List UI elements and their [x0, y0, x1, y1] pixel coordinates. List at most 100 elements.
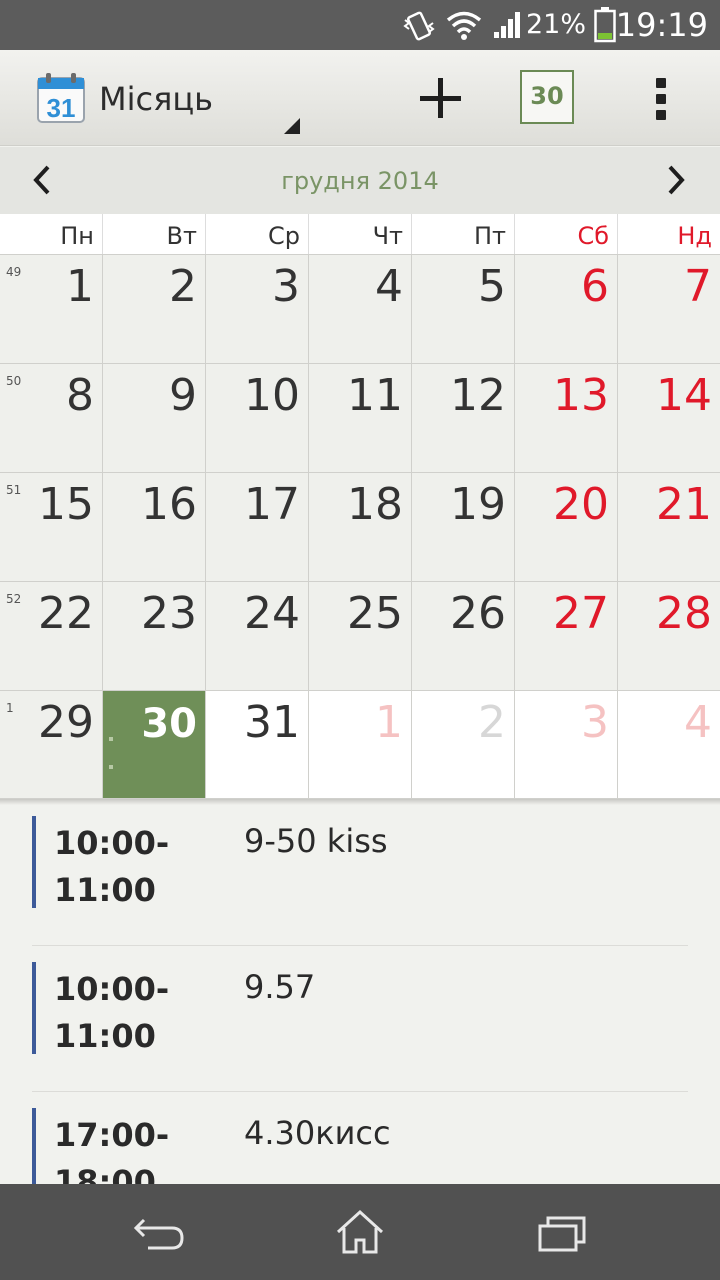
event-list: 10:00- 11:00 9-50 kiss 10:00- 11:00 9.57… [0, 800, 720, 1184]
day-cell[interactable]: 7 [618, 255, 720, 363]
day-cell[interactable]: 9 [103, 364, 206, 472]
event-title: 4.30кисс [244, 1114, 391, 1152]
day-number: 23 [141, 588, 197, 639]
app-icon-text: 31 [47, 93, 76, 123]
day-number: 27 [553, 588, 609, 639]
day-cell[interactable]: 11 [309, 364, 412, 472]
day-cell[interactable]: 5 [412, 255, 515, 363]
day-cell[interactable]: 29 [0, 691, 103, 798]
day-cell[interactable]: 23 [103, 582, 206, 690]
weekday-label: Пн [0, 214, 103, 254]
day-number: 5 [478, 261, 506, 312]
day-cell[interactable]: 6 [515, 255, 618, 363]
recent-apps-button[interactable] [532, 1208, 592, 1256]
day-number: 28 [656, 588, 712, 639]
event-indicator [109, 737, 113, 741]
day-cell[interactable]: 3 [206, 255, 309, 363]
week-number: 51 [6, 483, 22, 497]
day-number: 21 [656, 479, 712, 530]
event-indicator [109, 765, 113, 769]
day-cell-next-month[interactable]: 2 [412, 691, 515, 798]
day-cell-next-month[interactable]: 4 [618, 691, 720, 798]
day-number: 4 [375, 261, 403, 312]
day-cell[interactable]: 4 [309, 255, 412, 363]
event-color-bar [32, 816, 36, 908]
day-number: 17 [244, 479, 300, 530]
action-bar: 31 Місяць 30 [0, 50, 720, 146]
back-button[interactable] [130, 1208, 190, 1256]
day-cell[interactable]: 10 [206, 364, 309, 472]
weekday-label: Чт [309, 214, 412, 254]
day-cell[interactable]: 27 [515, 582, 618, 690]
day-cell-next-month[interactable]: 3 [515, 691, 618, 798]
calendar-app: 21% 19:19 31 Місяць 30 грудня 2014 Пн Вт… [0, 0, 720, 1280]
day-cell[interactable]: 13 [515, 364, 618, 472]
day-number: 13 [553, 370, 609, 421]
day-cell[interactable]: 21 [618, 473, 720, 581]
day-number: 19 [450, 479, 506, 530]
day-number: 2 [478, 697, 506, 748]
event-time: 17:00- 18:00 [54, 1116, 170, 1184]
day-number: 14 [656, 370, 712, 421]
battery-icon [594, 7, 616, 43]
day-number: 2 [169, 261, 197, 312]
day-cell-selected[interactable]: 30 [103, 691, 206, 798]
weekday-label: Сб [515, 214, 618, 254]
add-event-button[interactable] [410, 70, 470, 126]
status-bar: 21% 19:19 [0, 0, 720, 50]
day-cell[interactable]: 25 [309, 582, 412, 690]
week-row: 50 8 9 10 11 12 13 14 [0, 363, 720, 472]
next-month-button[interactable] [660, 163, 690, 197]
day-number: 1 [66, 261, 94, 312]
day-number: 12 [450, 370, 506, 421]
day-cell[interactable]: 31 [206, 691, 309, 798]
day-number: 18 [347, 479, 403, 530]
day-number: 31 [244, 697, 300, 748]
calendar-app-icon[interactable]: 31 [36, 72, 88, 124]
battery-percent: 21% [525, 9, 586, 40]
week-number: 1 [6, 701, 14, 715]
day-cell[interactable]: 17 [206, 473, 309, 581]
week-row: 49 1 2 3 4 5 6 7 [0, 254, 720, 363]
day-cell[interactable]: 14 [618, 364, 720, 472]
day-cell[interactable]: 20 [515, 473, 618, 581]
day-number: 8 [66, 370, 94, 421]
day-cell[interactable]: 12 [412, 364, 515, 472]
day-cell[interactable]: 16 [103, 473, 206, 581]
day-number: 20 [553, 479, 609, 530]
clock: 19:19 [615, 6, 708, 44]
week-number: 52 [6, 592, 22, 606]
day-cell[interactable]: 24 [206, 582, 309, 690]
day-cell[interactable]: 19 [412, 473, 515, 581]
week-row: 52 22 23 24 25 26 27 28 [0, 581, 720, 690]
day-number: 25 [347, 588, 403, 639]
week-number: 49 [6, 265, 22, 279]
event-time: 10:00- 11:00 [54, 970, 170, 1055]
day-cell[interactable]: 26 [412, 582, 515, 690]
day-cell[interactable]: 28 [618, 582, 720, 690]
home-button[interactable] [330, 1208, 390, 1256]
day-number: 15 [38, 479, 94, 530]
month-label: грудня 2014 [281, 167, 439, 195]
view-title[interactable]: Місяць [99, 80, 213, 118]
event-item[interactable]: 10:00- 11:00 9.57 [32, 946, 688, 1092]
event-color-bar [32, 962, 36, 1054]
day-number: 7 [684, 261, 712, 312]
event-item[interactable]: 17:00- 18:00 4.30кисс [32, 1092, 688, 1184]
day-number: 16 [141, 479, 197, 530]
overflow-menu-icon[interactable] [640, 74, 684, 124]
event-title: 9-50 kiss [244, 822, 388, 860]
day-cell[interactable]: 2 [103, 255, 206, 363]
month-grid: 49 1 2 3 4 5 6 7 50 8 9 10 11 12 13 14 5… [0, 254, 720, 800]
day-cell[interactable]: 18 [309, 473, 412, 581]
today-button[interactable]: 30 [520, 70, 574, 124]
week-row: 51 15 16 17 18 19 20 21 [0, 472, 720, 581]
day-number: 29 [38, 697, 94, 748]
event-time: 10:00- 11:00 [54, 824, 170, 909]
signal-icon [494, 12, 520, 38]
day-number: 3 [272, 261, 300, 312]
vibrate-icon [403, 11, 435, 41]
event-item[interactable]: 10:00- 11:00 9-50 kiss [32, 800, 688, 946]
view-spinner-arrow-icon[interactable] [284, 118, 300, 134]
day-cell-next-month[interactable]: 1 [309, 691, 412, 798]
